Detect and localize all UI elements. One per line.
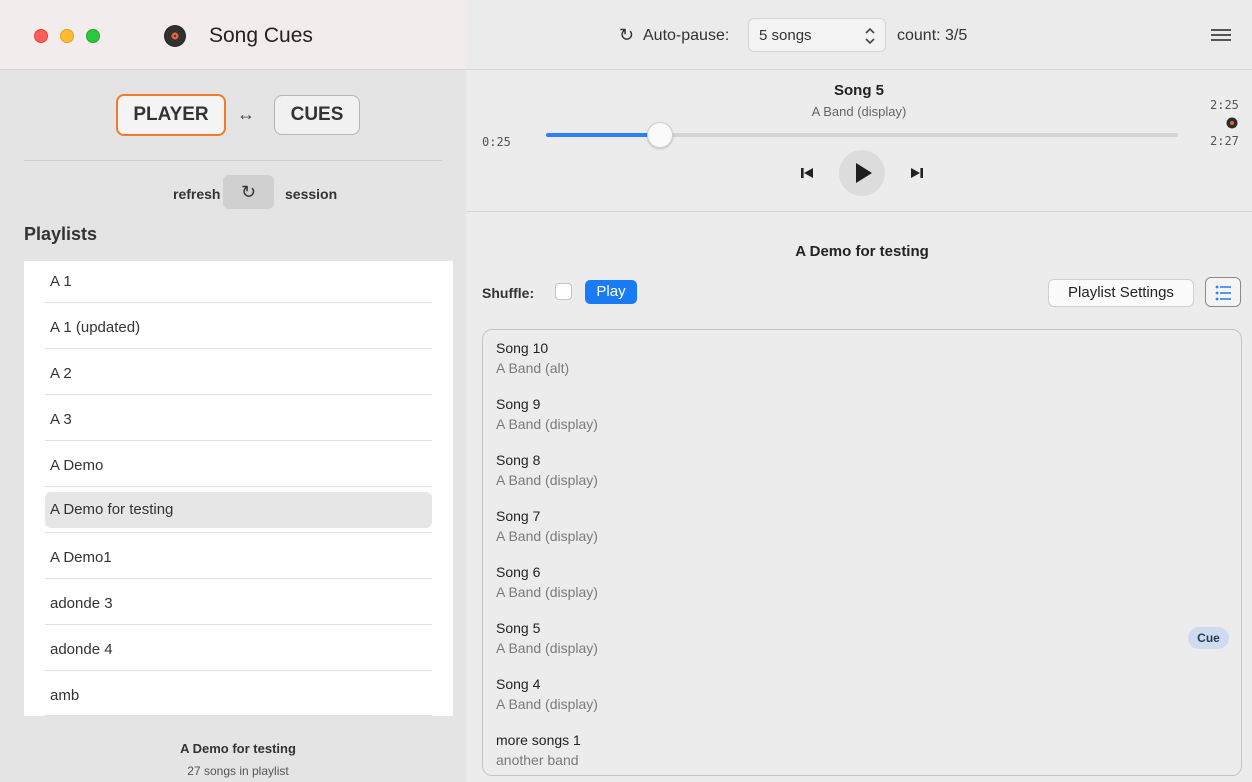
- song-artist: A Band (display): [496, 472, 598, 488]
- playlist-item[interactable]: A 1 (updated): [45, 310, 432, 346]
- playlist-item[interactable]: A 2: [45, 356, 432, 392]
- vinyl-record-icon: [1226, 117, 1238, 129]
- song-artist: A Band (display): [496, 528, 598, 544]
- cue-badge[interactable]: Cue: [1188, 627, 1229, 649]
- autopause-label: Auto-pause:: [643, 27, 730, 44]
- skip-forward-icon[interactable]: [907, 163, 927, 183]
- player-panel: Song 5 A Band (display) 0:25 2:25 2:27: [466, 70, 1252, 212]
- song-title: Song 6: [496, 564, 541, 580]
- mode-cues-button[interactable]: CUES: [274, 95, 360, 135]
- selected-playlist-title: A Demo for testing: [180, 741, 296, 756]
- playlist-title: A Demo for testing: [795, 243, 929, 260]
- song-row[interactable]: more songs 1 another band: [496, 732, 1216, 775]
- session-label: session: [285, 186, 338, 202]
- refresh-icon[interactable]: ↻: [619, 25, 634, 46]
- song-title: Song 10: [496, 340, 549, 356]
- app-title: Song Cues: [209, 24, 313, 47]
- progress-fill: [546, 133, 660, 137]
- song-title: Song 5: [496, 620, 541, 636]
- playlist-detail: A Demo for testing Shuffle: Play Playlis…: [466, 213, 1252, 782]
- progress-slider[interactable]: [546, 122, 1178, 148]
- remaining-time: 2:27: [1210, 134, 1239, 148]
- divider: [45, 532, 432, 533]
- song-artist: A Band (display): [496, 584, 598, 600]
- divider: [45, 578, 432, 579]
- skip-back-icon[interactable]: [797, 163, 817, 183]
- autopause-select[interactable]: 5 songs: [748, 18, 886, 52]
- song-row[interactable]: Song 10 A Band (alt): [496, 340, 1216, 390]
- playlist-item[interactable]: adonde 3: [45, 586, 432, 622]
- playlist-item[interactable]: amb: [45, 678, 432, 714]
- elapsed-time: 0:25: [482, 135, 511, 149]
- zoom-window-button[interactable]: [86, 29, 100, 43]
- divider: [45, 440, 432, 441]
- divider: [45, 486, 432, 487]
- refresh-session-button[interactable]: ↻: [223, 175, 274, 209]
- song-artist: A Band (display): [496, 696, 598, 712]
- divider: [45, 624, 432, 625]
- playlist-item[interactable]: A Demo1: [45, 540, 432, 576]
- song-list: Song 10 A Band (alt) Song 9 A Band (disp…: [482, 329, 1242, 776]
- song-row[interactable]: Song 4 A Band (display): [496, 676, 1216, 726]
- song-artist: A Band (display): [496, 640, 598, 656]
- divider: [45, 670, 432, 671]
- hamburger-menu-icon[interactable]: [1211, 29, 1231, 41]
- song-title: Song 9: [496, 396, 541, 412]
- total-time: 2:25: [1210, 98, 1239, 112]
- divider: [24, 160, 442, 161]
- divider: [45, 348, 432, 349]
- shuffle-label: Shuffle:: [482, 285, 535, 301]
- shuffle-checkbox[interactable]: [555, 283, 572, 300]
- list-icon: [1215, 285, 1231, 301]
- playlist-list: A 1 A 1 (updated) A 2 A 3 A Demo A Demo …: [24, 261, 453, 716]
- song-row[interactable]: Song 9 A Band (display): [496, 396, 1216, 446]
- autopause-value: 5 songs: [759, 27, 812, 44]
- divider: [45, 302, 432, 303]
- count-label: count: 3/5: [897, 27, 968, 44]
- playlist-settings-button[interactable]: Playlist Settings: [1048, 279, 1194, 307]
- song-row[interactable]: Song 6 A Band (display): [496, 564, 1216, 614]
- list-view-toggle[interactable]: [1205, 277, 1241, 307]
- selected-playlist-count: 27 songs in playlist: [187, 764, 289, 778]
- mode-player-button[interactable]: PLAYER: [116, 94, 226, 136]
- swap-arrow-icon: ↔: [237, 104, 255, 124]
- refresh-label: refresh: [173, 186, 221, 202]
- playlist-item[interactable]: A 1: [45, 264, 432, 300]
- play-icon: [856, 163, 872, 183]
- song-row[interactable]: Song 8 A Band (display): [496, 452, 1216, 502]
- divider: [45, 394, 432, 395]
- divider: [45, 715, 432, 716]
- sidebar: PLAYER ↔ CUES refresh ↻ session Playlist…: [0, 70, 466, 782]
- title-bar: Song Cues ↻ Auto-pause: 5 songs count: 3…: [0, 0, 1252, 70]
- playlist-item[interactable]: adonde 4: [45, 632, 432, 668]
- song-title: Song 8: [496, 452, 541, 468]
- now-playing-title: Song 5: [833, 82, 884, 99]
- playlists-heading: Playlists: [24, 224, 98, 244]
- playlist-item-selected[interactable]: A Demo for testing: [45, 492, 432, 528]
- song-title: Song 7: [496, 508, 541, 524]
- play-button[interactable]: [839, 150, 885, 196]
- refresh-icon: ↻: [240, 182, 257, 202]
- song-artist: A Band (display): [496, 416, 598, 432]
- progress-knob[interactable]: [646, 122, 673, 148]
- now-playing-artist: A Band (display): [811, 104, 907, 119]
- song-title: Song 4: [496, 676, 541, 692]
- playlist-item[interactable]: A 3: [45, 402, 432, 438]
- play-playlist-button[interactable]: Play: [585, 280, 637, 304]
- close-window-button[interactable]: [34, 29, 48, 43]
- song-row[interactable]: Song 7 A Band (display): [496, 508, 1216, 558]
- song-artist: another band: [496, 752, 579, 768]
- song-title: more songs 1: [496, 732, 581, 748]
- vinyl-record-icon: [164, 25, 186, 47]
- song-row[interactable]: Song 5 A Band (display): [496, 620, 1216, 670]
- song-artist: A Band (alt): [496, 360, 570, 376]
- minimize-window-button[interactable]: [60, 29, 74, 43]
- chevron-up-down-icon: [865, 27, 875, 45]
- playlist-item[interactable]: A Demo: [45, 448, 432, 484]
